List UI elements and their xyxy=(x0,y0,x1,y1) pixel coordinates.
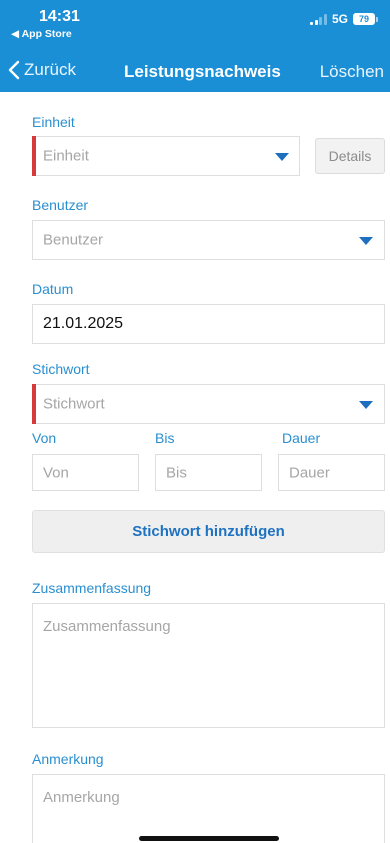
back-to-app-store[interactable]: ◀ App Store xyxy=(11,28,72,40)
status-indicators: 5G 79 xyxy=(310,12,378,26)
battery-icon: 79 xyxy=(353,13,378,25)
page-title: Leistungsnachweis xyxy=(124,62,281,81)
dauer-input[interactable]: Dauer xyxy=(278,454,385,491)
anmerkung-label: Anmerkung xyxy=(32,751,104,767)
app-header: 14:31 ◀ App Store 5G 79 Zurück Leistungs… xyxy=(0,0,390,92)
add-keyword-button[interactable]: Stichwort hinzufügen xyxy=(32,510,385,553)
bis-label: Bis xyxy=(155,430,175,446)
network-label: 5G xyxy=(331,12,348,26)
stichwort-placeholder: Stichwort xyxy=(43,395,105,413)
zusammenfassung-placeholder: Zusammenfassung xyxy=(43,618,171,635)
einheit-select[interactable]: Einheit xyxy=(32,136,300,176)
einheit-label: Einheit xyxy=(32,114,75,130)
anmerkung-textarea[interactable]: Anmerkung xyxy=(32,774,385,843)
dauer-label: Dauer xyxy=(282,430,321,446)
datum-value: 21.01.2025 xyxy=(43,315,124,332)
signal-icon xyxy=(310,13,327,25)
battery-level: 79 xyxy=(353,13,375,25)
benutzer-label: Benutzer xyxy=(32,197,89,213)
bis-input[interactable]: Bis xyxy=(155,454,262,491)
status-time: 14:31 xyxy=(39,8,80,25)
datum-label: Datum xyxy=(32,281,74,297)
home-indicator xyxy=(139,836,279,841)
zusammenfassung-label: Zusammenfassung xyxy=(32,580,152,596)
chevron-left-icon xyxy=(8,60,20,80)
caret-down-icon xyxy=(359,401,373,409)
datum-input[interactable]: 21.01.2025 xyxy=(32,304,385,344)
anmerkung-placeholder: Anmerkung xyxy=(43,789,120,806)
von-input[interactable]: Von xyxy=(32,454,139,491)
benutzer-select[interactable]: Benutzer xyxy=(32,220,385,260)
zusammenfassung-textarea[interactable]: Zusammenfassung xyxy=(32,603,385,728)
delete-button[interactable]: Löschen xyxy=(320,62,384,82)
caret-down-icon xyxy=(359,237,373,245)
dauer-placeholder: Dauer xyxy=(289,464,330,481)
von-placeholder: Von xyxy=(43,464,69,481)
back-button-label: Zurück xyxy=(24,60,76,79)
caret-down-icon xyxy=(275,153,289,161)
back-button[interactable]: Zurück xyxy=(8,60,76,80)
details-button[interactable]: Details xyxy=(315,138,385,174)
stichwort-select[interactable]: Stichwort xyxy=(32,384,385,424)
einheit-placeholder: Einheit xyxy=(43,147,89,165)
bis-placeholder: Bis xyxy=(166,464,187,481)
benutzer-placeholder: Benutzer xyxy=(43,231,104,249)
stichwort-label: Stichwort xyxy=(32,361,90,377)
von-label: Von xyxy=(32,430,57,446)
